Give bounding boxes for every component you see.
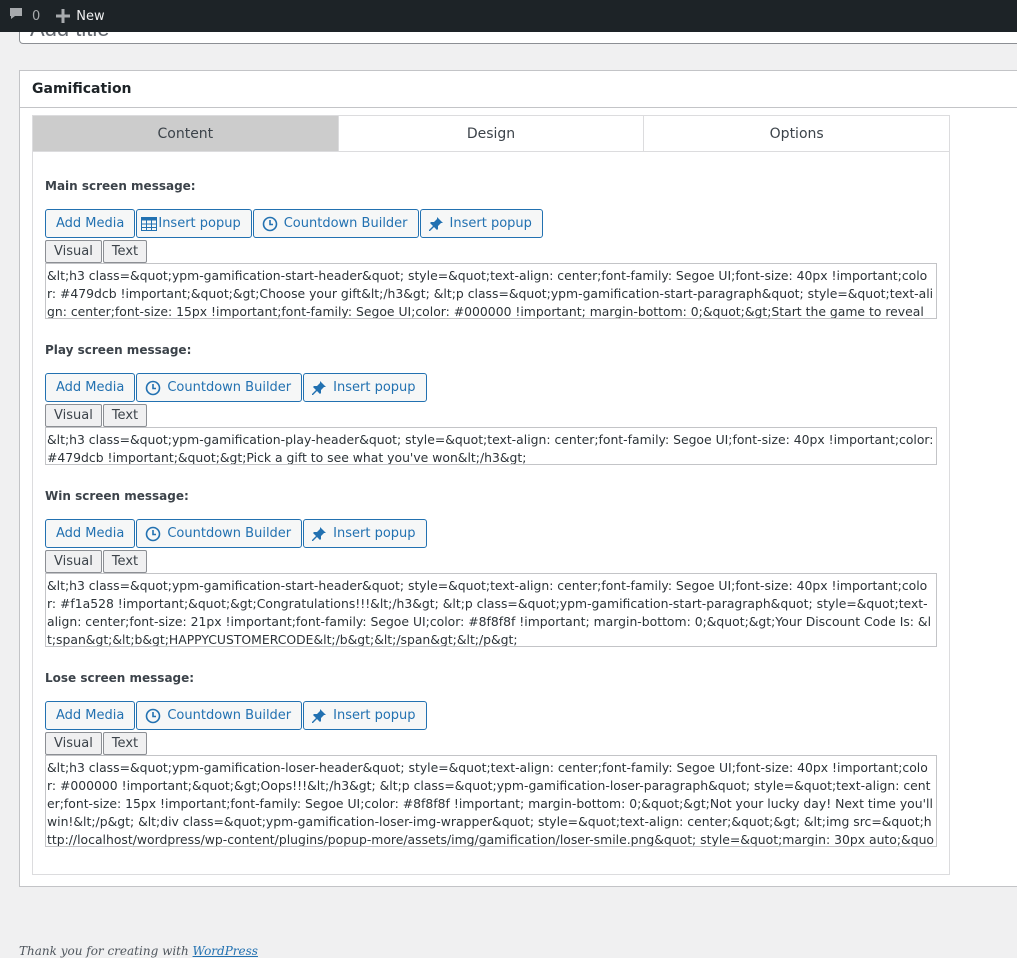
insert-popup-label: Insert popup: [449, 216, 532, 231]
text-tab[interactable]: Text: [102, 550, 148, 573]
tab-options[interactable]: Options: [644, 116, 950, 151]
countdown-builder-button[interactable]: Countdown Builder: [136, 373, 303, 402]
tab-design[interactable]: Design: [338, 116, 645, 151]
admin-footer: Thank you for creating with WordPress: [19, 944, 258, 958]
insert-popup-label: Insert popup: [333, 708, 416, 723]
new-label: New: [76, 8, 105, 24]
gamification-postbox: Gamification Content Design Options Main…: [19, 70, 1017, 887]
add-media-button[interactable]: Add Media: [45, 373, 136, 402]
add-media-label: Add Media: [56, 380, 125, 395]
win-media-buttons: Add Media Countdown Builder Insert popup: [45, 519, 937, 548]
insert-popup-pin-button[interactable]: Insert popup: [303, 519, 427, 548]
main-editor-modes: Visual Text: [45, 240, 937, 263]
text-tab[interactable]: Text: [102, 240, 148, 263]
play-screen-label: Play screen message:: [45, 343, 192, 357]
clock-icon: [262, 216, 278, 231]
play-screen-section: Play screen message: Add Media Countdown…: [45, 343, 937, 465]
countdown-builder-button[interactable]: Countdown Builder: [252, 209, 419, 238]
pin-icon: [312, 380, 327, 395]
tab-content[interactable]: Content: [33, 116, 339, 151]
add-media-button[interactable]: Add Media: [45, 209, 136, 238]
main-screen-editor[interactable]: &lt;h3 class=&quot;ypm-gamification-star…: [45, 263, 937, 319]
countdown-builder-label: Countdown Builder: [167, 380, 292, 395]
table-icon: [141, 216, 158, 231]
tab-bar: Content Design Options: [33, 116, 950, 152]
gamification-panel: Content Design Options Main screen messa…: [32, 115, 950, 875]
insert-popup-pin-button[interactable]: Insert popup: [303, 701, 427, 730]
comment-icon: [8, 6, 24, 26]
play-screen-editor[interactable]: &lt;h3 class=&quot;ypm-gamification-play…: [45, 427, 937, 465]
comments-menu[interactable]: 0: [0, 0, 48, 32]
insert-popup-pin-button[interactable]: Insert popup: [419, 209, 543, 238]
lose-screen-editor[interactable]: &lt;h3 class=&quot;ypm-gamification-lose…: [45, 755, 937, 847]
main-media-buttons: Add Media Insert popup Countdown Builder…: [45, 209, 937, 238]
play-media-buttons: Add Media Countdown Builder Insert popup: [45, 373, 937, 402]
add-media-label: Add Media: [56, 708, 125, 723]
insert-popup-label: Insert popup: [158, 216, 241, 231]
lose-media-buttons: Add Media Countdown Builder Insert popup: [45, 701, 937, 730]
insert-popup-label: Insert popup: [333, 380, 416, 395]
visual-tab[interactable]: Visual: [45, 732, 102, 755]
footer-text: Thank you for creating with: [19, 944, 193, 958]
insert-popup-pin-button[interactable]: Insert popup: [303, 373, 427, 402]
text-tab[interactable]: Text: [102, 732, 148, 755]
new-content-menu[interactable]: New: [48, 0, 112, 32]
lose-editor-modes: Visual Text: [45, 732, 937, 755]
lose-screen-label: Lose screen message:: [45, 671, 195, 685]
countdown-builder-button[interactable]: Countdown Builder: [136, 701, 303, 730]
play-editor-modes: Visual Text: [45, 404, 937, 427]
pin-icon: [428, 216, 443, 231]
insert-popup-table-button[interactable]: Insert popup: [136, 209, 252, 238]
add-media-label: Add Media: [56, 216, 125, 231]
plus-icon: [56, 6, 71, 26]
admin-bar: 0 New: [0, 0, 1017, 32]
visual-tab[interactable]: Visual: [45, 550, 102, 573]
countdown-builder-label: Countdown Builder: [167, 708, 292, 723]
add-media-button[interactable]: Add Media: [45, 701, 136, 730]
visual-tab[interactable]: Visual: [45, 404, 102, 427]
visual-tab[interactable]: Visual: [45, 240, 102, 263]
postbox-title: Gamification: [20, 71, 1017, 108]
clock-icon: [146, 380, 161, 395]
add-media-button[interactable]: Add Media: [45, 519, 136, 548]
lose-screen-section: Lose screen message: Add Media Countdown…: [45, 671, 937, 847]
add-media-label: Add Media: [56, 526, 125, 541]
wordpress-link[interactable]: WordPress: [193, 944, 258, 958]
insert-popup-label: Insert popup: [333, 526, 416, 541]
countdown-builder-button[interactable]: Countdown Builder: [136, 519, 303, 548]
win-screen-label: Win screen message:: [45, 489, 189, 503]
clock-icon: [146, 708, 161, 723]
win-screen-editor[interactable]: &lt;h3 class=&quot;ypm-gamification-star…: [45, 573, 937, 647]
win-editor-modes: Visual Text: [45, 550, 937, 573]
win-screen-section: Win screen message: Add Media Countdown …: [45, 489, 937, 647]
comment-count: 0: [32, 8, 41, 24]
pin-icon: [312, 708, 327, 723]
main-screen-section: Main screen message: Add Media Insert po…: [45, 179, 937, 319]
main-screen-label: Main screen message:: [45, 179, 196, 193]
clock-icon: [146, 526, 161, 541]
countdown-builder-label: Countdown Builder: [283, 216, 408, 231]
countdown-builder-label: Countdown Builder: [167, 526, 292, 541]
pin-icon: [312, 526, 327, 541]
text-tab[interactable]: Text: [102, 404, 148, 427]
